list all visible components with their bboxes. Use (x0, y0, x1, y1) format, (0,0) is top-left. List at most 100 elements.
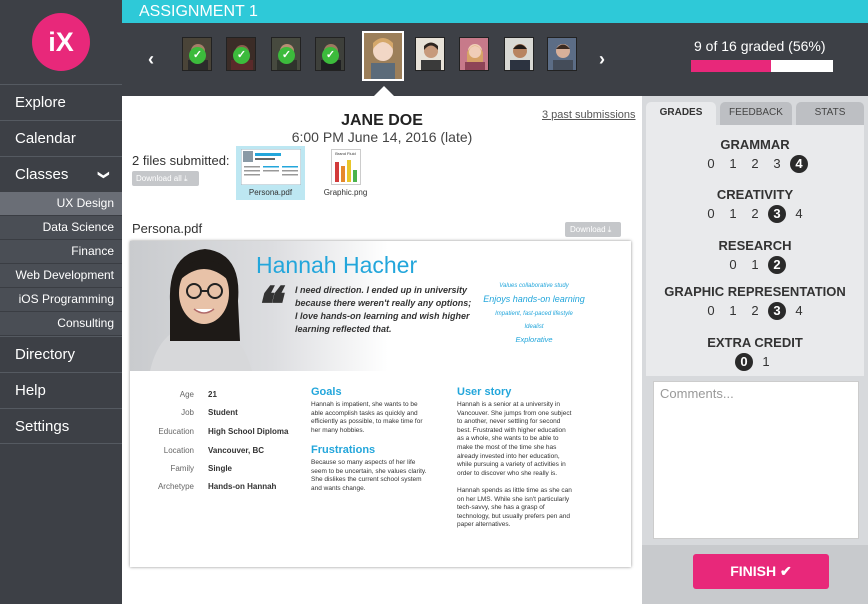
frustrations-title: Frustrations (311, 444, 376, 456)
nav-settings[interactable]: Settings (0, 408, 122, 444)
finish-button[interactable]: FINISH ✔ (693, 554, 829, 589)
grading-progress-bar (691, 60, 833, 72)
file-graphic-png[interactable]: Brand Fluid Graphic.png (311, 146, 380, 200)
grade-score[interactable]: 2 (746, 155, 764, 173)
attr-value: 21 (208, 390, 217, 399)
grade-score-selected[interactable]: 3 (768, 302, 786, 320)
attr-value: Vancouver, BC (208, 446, 265, 455)
tab-feedback[interactable]: FEEDBACK (720, 102, 792, 126)
download-all-button[interactable]: Download all ⤓ (132, 171, 199, 186)
tab-stats[interactable]: STATS (796, 102, 864, 126)
persona-quote-line: learning reflected that. (295, 324, 392, 334)
attr-value: Single (208, 464, 233, 473)
attr-label: Location (163, 446, 194, 455)
submission-panel: JANE DOE 6:00 PM June 14, 2016 (late) 3 … (122, 96, 642, 604)
tab-grades[interactable]: GRADES (646, 102, 716, 126)
attr-value: Hands-on Hannah (208, 482, 277, 491)
goals-title: Goals (311, 386, 342, 398)
grade-score[interactable]: 4 (790, 302, 808, 320)
grade-score[interactable]: 0 (702, 302, 720, 320)
checkmark-icon: ✓ (189, 47, 206, 64)
persona-trait: Explorative (515, 335, 553, 344)
grade-score-row: 01 (646, 353, 864, 371)
class-data-science[interactable]: Data Science (0, 216, 122, 240)
student-thumbnail[interactable]: ✓ (182, 37, 212, 71)
app-logo[interactable]: iX (32, 13, 90, 71)
sidebar: iX Explore Calendar Classes ❯ UX Design … (0, 0, 122, 604)
grade-score[interactable]: 4 (790, 205, 808, 223)
quote-icon: ❝ (254, 277, 280, 333)
next-student-icon[interactable]: › (599, 49, 605, 70)
checkmark-icon: ✓ (233, 47, 250, 64)
checkmark-icon: ✓ (278, 47, 295, 64)
file-persona-pdf[interactable]: Persona.pdf (236, 146, 305, 200)
grade-score[interactable]: 1 (757, 353, 775, 371)
nav-classes[interactable]: Classes ❯ (0, 156, 122, 192)
document-title: Persona.pdf (132, 221, 203, 236)
comments-field[interactable]: Comments... (653, 381, 859, 539)
past-submissions-link[interactable]: 3 past submissions (542, 109, 636, 121)
class-web-development[interactable]: Web Development (0, 264, 122, 288)
goals-text: Hannah is impatient, she wants to be able… (311, 401, 423, 434)
grade-score[interactable]: 0 (702, 205, 720, 223)
avatar-icon (416, 38, 444, 70)
grade-category-title: CREATIVITY (716, 187, 794, 202)
grade-score[interactable]: 3 (768, 155, 786, 173)
class-ios-programming[interactable]: iOS Programming (0, 288, 122, 312)
submission-date: 6:00 PM June 14, 2016 (late) (291, 129, 473, 145)
nav-help[interactable]: Help (0, 372, 122, 408)
avatar-icon (505, 38, 533, 70)
avatar-icon (364, 33, 402, 79)
finish-area: FINISH ✔ (642, 545, 868, 604)
grade-score-selected[interactable]: 2 (768, 256, 786, 274)
student-thumbnail-selected[interactable] (362, 31, 404, 81)
attr-value: High School Diploma (208, 427, 289, 436)
grade-category-title: GRAMMAR (720, 137, 790, 152)
bar-graphic-icon (334, 160, 357, 182)
file-name: Graphic.png (323, 188, 368, 197)
nav-directory[interactable]: Directory (0, 336, 122, 372)
grade-score-selected[interactable]: 4 (790, 155, 808, 173)
nav-classes-label: Classes (15, 166, 69, 183)
selected-indicator (374, 86, 394, 96)
grade-category-title: EXTRA CREDIT (707, 335, 803, 350)
attr-label: Archetype (157, 482, 194, 491)
persona-quote-line: I love hands-on learning and wish higher (295, 311, 470, 321)
class-finance[interactable]: Finance (0, 240, 122, 264)
nav-explore[interactable]: Explore (0, 84, 122, 120)
logo-area: iX (0, 0, 122, 84)
file-name: Persona.pdf (248, 188, 293, 197)
classes-subnav: UX Design Data Science Finance Web Devel… (0, 192, 122, 336)
grades-content: GRAMMAR 0 1 2 3 4 CREATIVITY 0 1 2 3 4 RESEARCH 0 1 2 GR… (646, 125, 864, 376)
class-ux-design[interactable]: UX Design (0, 192, 122, 216)
grade-score[interactable]: 1 (724, 302, 742, 320)
grade-score-selected[interactable]: 0 (735, 353, 753, 371)
grade-category-title: RESEARCH (718, 238, 792, 253)
document-viewer[interactable]: Hannah Hacher ❝ I need direction. I ende… (130, 241, 631, 567)
student-thumbnail[interactable] (504, 37, 534, 71)
grade-score[interactable]: 0 (724, 256, 742, 274)
persona-quote-line: because there weren't really any options… (295, 298, 472, 308)
persona-trait: Enjoys hands-on learning (483, 294, 585, 304)
chevron-down-icon[interactable]: ❯ (85, 170, 121, 179)
grade-score-selected[interactable]: 3 (768, 205, 786, 223)
avatar-icon (548, 38, 576, 70)
grade-score[interactable]: 2 (746, 302, 764, 320)
png-thumbnail: Brand Fluid (330, 149, 361, 185)
class-consulting[interactable]: Consulting (0, 312, 122, 336)
grade-score[interactable]: 2 (746, 205, 764, 223)
student-thumbnail[interactable]: ✓ (271, 37, 301, 71)
student-thumbnail[interactable] (547, 37, 577, 71)
grade-score[interactable]: 1 (724, 155, 742, 173)
student-thumbnail[interactable] (415, 37, 445, 71)
attr-label: Age (179, 390, 194, 399)
student-thumbnail[interactable]: ✓ (226, 37, 256, 71)
nav-calendar[interactable]: Calendar (0, 120, 122, 156)
grade-score[interactable]: 1 (746, 256, 764, 274)
student-thumbnail[interactable]: ✓ (315, 37, 345, 71)
prev-student-icon[interactable]: ‹ (148, 49, 154, 70)
grade-score[interactable]: 1 (724, 205, 742, 223)
student-thumbnail[interactable] (459, 37, 489, 71)
grade-score[interactable]: 0 (702, 155, 720, 173)
download-button[interactable]: Download ⤓ (565, 222, 621, 237)
